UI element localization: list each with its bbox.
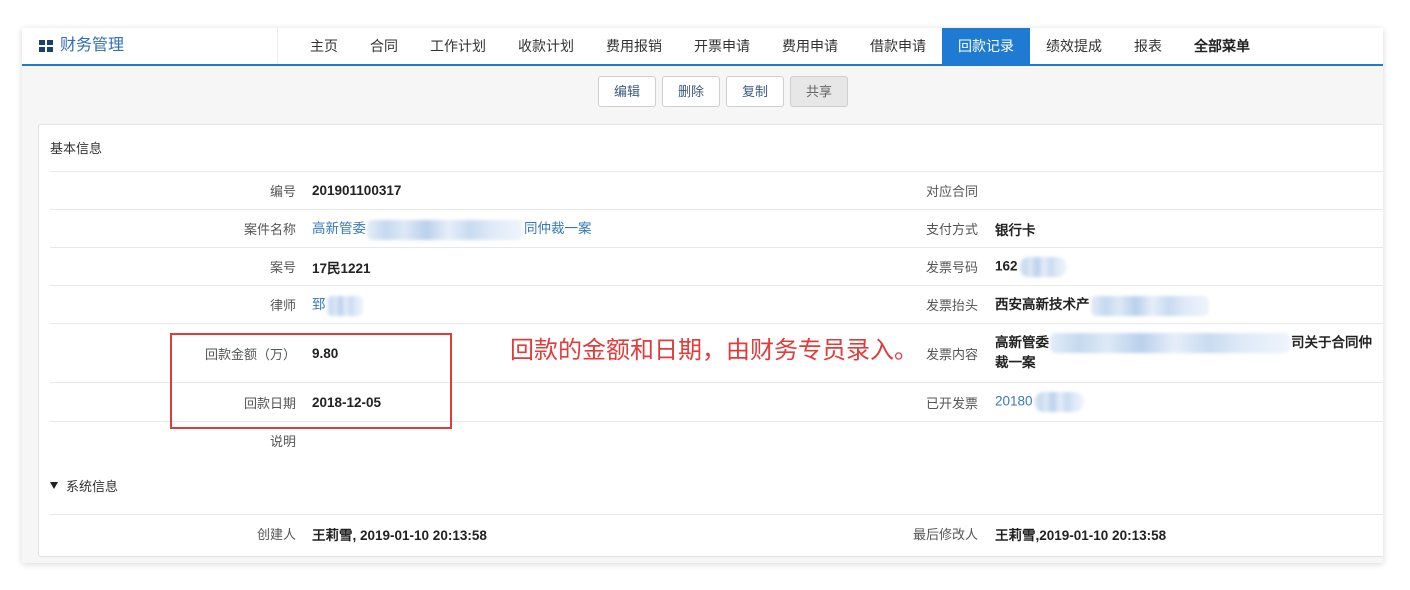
case-name-link[interactable]: 高新管委 同仲裁一案 <box>312 217 732 240</box>
system-info-toggle[interactable]: 系统信息 <box>39 459 1383 514</box>
tab-collection-plan[interactable]: 收款计划 <box>502 28 590 64</box>
payment-method-value: 银行卡 <box>995 222 1036 238</box>
basic-info-heading: 基本信息 <box>50 141 103 156</box>
copy-button[interactable]: 复制 <box>726 76 785 107</box>
modifier-value: 王莉雪,2019-01-10 20:13:58 <box>995 527 1167 543</box>
tab-loan-request[interactable]: 借款申请 <box>854 28 942 64</box>
number-value: 201901100317 <box>312 183 402 198</box>
system-info-heading: 系统信息 <box>66 478 119 494</box>
annotation-highlight-box <box>170 333 452 429</box>
tab-invoice-request[interactable]: 开票申请 <box>678 28 766 64</box>
case-no-value: 17民1221 <box>312 260 371 276</box>
invoice-content-end: 司关于合同仲 <box>1291 334 1372 350</box>
creator-label: 创建人 <box>256 527 296 542</box>
caret-down-icon <box>50 482 58 489</box>
tab-payment-records[interactable]: 回款记录 <box>942 28 1030 64</box>
contract-label: 对应合同 <box>925 184 978 199</box>
grid-icon-square <box>39 47 45 52</box>
invoice-content-line-2: 裁一案 <box>995 355 1036 371</box>
invoice-content-value: 高新管委 司关于合同仲 裁一案 <box>995 333 1383 373</box>
field-row: 律师 郅 发票抬头 西安高新技术产 <box>50 285 1383 323</box>
issued-invoice-start: 20180 <box>995 393 1033 409</box>
issued-invoice-label: 已开发票 <box>925 395 978 411</box>
lawyer-label: 律师 <box>269 298 296 313</box>
redacted-blur <box>1050 333 1290 354</box>
grid-icon-square <box>39 40 45 45</box>
payment-method-label: 支付方式 <box>925 222 978 237</box>
nav-tabs: 主页 合同 工作计划 收款计划 费用报销 开票申请 费用申请 借款申请 回款记录… <box>294 28 1266 64</box>
edit-button[interactable]: 编辑 <box>598 76 657 107</box>
invoice-content-line-1: 高新管委 司关于合同仲 <box>995 333 1383 354</box>
creator-value: 王莉雪, 2019-01-10 20:13:58 <box>312 527 487 543</box>
case-name-start: 高新管委 <box>312 221 366 237</box>
tab-performance-commission[interactable]: 绩效提成 <box>1030 28 1118 64</box>
invoice-content-start: 高新管委 <box>995 334 1049 350</box>
lawyer-start: 郅 <box>312 297 326 313</box>
case-no-label: 案号 <box>269 260 296 275</box>
lawyer-link[interactable]: 郅 <box>312 293 732 316</box>
app-window: 财务管理 主页 合同 工作计划 收款计划 费用报销 开票申请 费用申请 借款申请… <box>22 28 1383 563</box>
app-title: 财务管理 <box>60 37 125 54</box>
field-row: 编号 201901100317 对应合同 <box>50 171 1383 209</box>
tab-reports[interactable]: 报表 <box>1118 28 1178 64</box>
case-name-end: 同仲裁一案 <box>524 221 592 237</box>
invoice-no-value: 162 <box>995 256 1383 277</box>
system-info-fields: 创建人 王莉雪, 2019-01-10 20:13:58 最后修改人 王莉雪,2… <box>50 514 1383 552</box>
grid-icon-square <box>47 47 53 52</box>
invoice-title-start: 西安高新技术产 <box>995 297 1090 313</box>
tab-all-menus[interactable]: 全部菜单 <box>1178 28 1266 64</box>
number-label: 编号 <box>269 184 296 199</box>
record-toolbar: 编辑 删除 复制 共享 <box>22 66 1383 115</box>
tab-expense-reimbursement[interactable]: 费用报销 <box>590 28 678 64</box>
field-row: 案件名称 高新管委 同仲裁一案 支付方式 银行卡 <box>50 209 1383 247</box>
grid-icon <box>39 40 53 52</box>
app-logo: 财务管理 <box>22 28 278 64</box>
note-label: 说明 <box>269 434 296 449</box>
grid-icon-square <box>47 40 53 45</box>
share-button[interactable]: 共享 <box>790 76 849 107</box>
delete-button[interactable]: 删除 <box>662 76 721 107</box>
tab-expense-request[interactable]: 费用申请 <box>766 28 854 64</box>
field-row: 案号 17民1221 发票号码 162 <box>50 247 1383 285</box>
tab-home[interactable]: 主页 <box>294 28 354 64</box>
issued-invoice-link[interactable]: 20180 <box>995 392 1383 412</box>
modifier-label: 最后修改人 <box>912 527 978 542</box>
case-name-label: 案件名称 <box>243 222 296 237</box>
tab-contracts[interactable]: 合同 <box>354 28 414 64</box>
invoice-no-start: 162 <box>995 258 1018 274</box>
redacted-blur <box>367 219 523 240</box>
invoice-title-label: 发票抬头 <box>925 298 978 313</box>
field-row: 创建人 王莉雪, 2019-01-10 20:13:58 最后修改人 王莉雪,2… <box>50 514 1383 552</box>
redacted-blur <box>326 295 363 316</box>
redacted-blur <box>1018 256 1067 277</box>
top-navbar: 财务管理 主页 合同 工作计划 收款计划 费用报销 开票申请 费用申请 借款申请… <box>22 28 1383 66</box>
annotation-text: 回款的金额和日期，由财务专员录入。 <box>510 338 918 364</box>
invoice-no-label: 发票号码 <box>925 260 978 275</box>
tab-work-plan[interactable]: 工作计划 <box>414 28 502 64</box>
invoice-title-value: 西安高新技术产 <box>995 293 1383 316</box>
action-buttons: 编辑 删除 复制 共享 <box>598 76 849 107</box>
redacted-blur <box>1090 295 1209 316</box>
redacted-blur <box>1033 392 1084 412</box>
